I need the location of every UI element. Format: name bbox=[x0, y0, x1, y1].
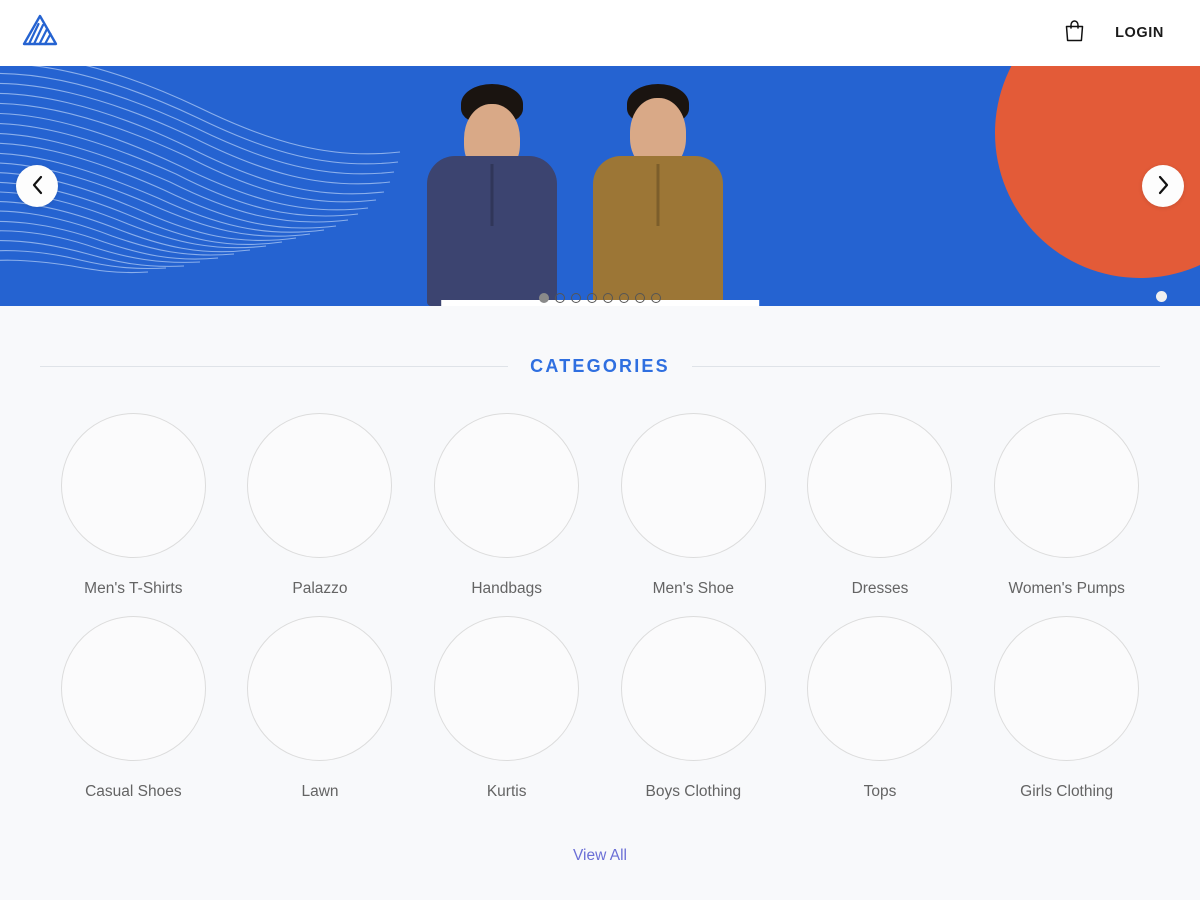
carousel-dots bbox=[539, 293, 661, 303]
view-all-row: View All bbox=[40, 847, 1160, 865]
category-thumbnail[interactable] bbox=[247, 616, 393, 761]
category-thumbnail[interactable] bbox=[434, 616, 580, 761]
category-label: Kurtis bbox=[486, 783, 527, 800]
login-link[interactable]: LOGIN bbox=[1115, 25, 1164, 41]
hero-carousel: MEN'S KURTA bbox=[0, 66, 1200, 306]
heading-rule-left bbox=[40, 366, 509, 367]
carousel-dot[interactable] bbox=[635, 293, 645, 303]
category-item[interactable]: Lawn bbox=[227, 616, 414, 819]
category-label: Boys Clothing bbox=[645, 783, 742, 800]
category-label: Dresses bbox=[851, 580, 909, 597]
category-item[interactable]: Men's T-Shirts bbox=[40, 413, 227, 616]
category-thumbnail[interactable] bbox=[620, 616, 766, 761]
garment-placket bbox=[656, 164, 660, 226]
category-item[interactable]: Boys Clothing bbox=[600, 616, 787, 819]
category-thumbnail[interactable] bbox=[807, 413, 953, 558]
category-label: Handbags bbox=[471, 580, 542, 597]
wave-lines-decoration bbox=[0, 66, 401, 274]
category-thumbnail[interactable] bbox=[994, 413, 1140, 558]
category-label: Men's T-Shirts bbox=[84, 580, 183, 597]
category-label: Women's Pumps bbox=[1008, 580, 1125, 597]
category-item[interactable]: Girls Clothing bbox=[973, 616, 1160, 819]
category-thumbnail[interactable] bbox=[434, 413, 580, 558]
category-item[interactable]: Handbags bbox=[413, 413, 600, 616]
site-header: LOGIN bbox=[0, 0, 1200, 66]
chevron-right-icon bbox=[1156, 175, 1171, 198]
carousel-prev-button[interactable] bbox=[16, 165, 58, 207]
view-all-link[interactable]: View All bbox=[573, 847, 627, 865]
categories-title: CATEGORIES bbox=[530, 356, 670, 376]
category-item[interactable]: Casual Shoes bbox=[40, 616, 227, 819]
model-garment bbox=[593, 156, 723, 306]
carousel-dot[interactable] bbox=[603, 293, 613, 303]
category-label: Lawn bbox=[301, 783, 339, 800]
carousel-dot[interactable] bbox=[587, 293, 597, 303]
category-thumbnail[interactable] bbox=[60, 616, 206, 761]
hero-model-imagery: MEN'S KURTA bbox=[420, 66, 780, 306]
carousel-next-button[interactable] bbox=[1142, 165, 1184, 207]
category-label: Tops bbox=[863, 783, 897, 800]
shopping-bag-icon bbox=[1064, 19, 1085, 47]
category-item[interactable]: Women's Pumps bbox=[973, 413, 1160, 616]
model-garment bbox=[427, 156, 557, 306]
category-thumbnail[interactable] bbox=[247, 413, 393, 558]
carousel-dot[interactable] bbox=[651, 293, 661, 303]
category-item[interactable]: Dresses bbox=[787, 413, 974, 616]
category-thumbnail[interactable] bbox=[620, 413, 766, 558]
model-tan-kurta bbox=[588, 84, 728, 306]
carousel-dot[interactable] bbox=[571, 293, 581, 303]
category-item[interactable]: Palazzo bbox=[227, 413, 414, 616]
category-item[interactable]: Kurtis bbox=[413, 616, 600, 819]
carousel-corner-dot[interactable] bbox=[1156, 291, 1167, 302]
category-label: Girls Clothing bbox=[1020, 783, 1114, 800]
header-actions: LOGIN bbox=[1059, 18, 1164, 48]
categories-heading-row: CATEGORIES bbox=[40, 306, 1160, 377]
carousel-dot[interactable] bbox=[539, 293, 549, 303]
categories-section: CATEGORIES Men's T-Shirts Palazzo Handbags… bbox=[0, 306, 1200, 865]
category-grid: Men's T-Shirts Palazzo Handbags Men's Shoe D… bbox=[40, 413, 1160, 819]
category-label: Palazzo bbox=[292, 580, 348, 597]
category-item[interactable]: Men's Shoe bbox=[600, 413, 787, 616]
carousel-dot[interactable] bbox=[555, 293, 565, 303]
heading-rule-right bbox=[691, 366, 1160, 367]
model-navy-kurta bbox=[422, 84, 562, 306]
chevron-left-icon bbox=[30, 175, 45, 198]
garment-placket bbox=[490, 164, 494, 226]
category-thumbnail[interactable] bbox=[60, 413, 206, 558]
category-label: Casual Shoes bbox=[85, 783, 182, 800]
brand-logo[interactable] bbox=[16, 9, 64, 58]
category-label: Men's Shoe bbox=[652, 580, 735, 597]
category-item[interactable]: Tops bbox=[787, 616, 974, 819]
cart-button[interactable] bbox=[1059, 18, 1089, 48]
mountain-triangle-logo-icon bbox=[20, 13, 60, 54]
category-thumbnail[interactable] bbox=[807, 616, 953, 761]
carousel-dot[interactable] bbox=[619, 293, 629, 303]
category-thumbnail[interactable] bbox=[994, 616, 1140, 761]
